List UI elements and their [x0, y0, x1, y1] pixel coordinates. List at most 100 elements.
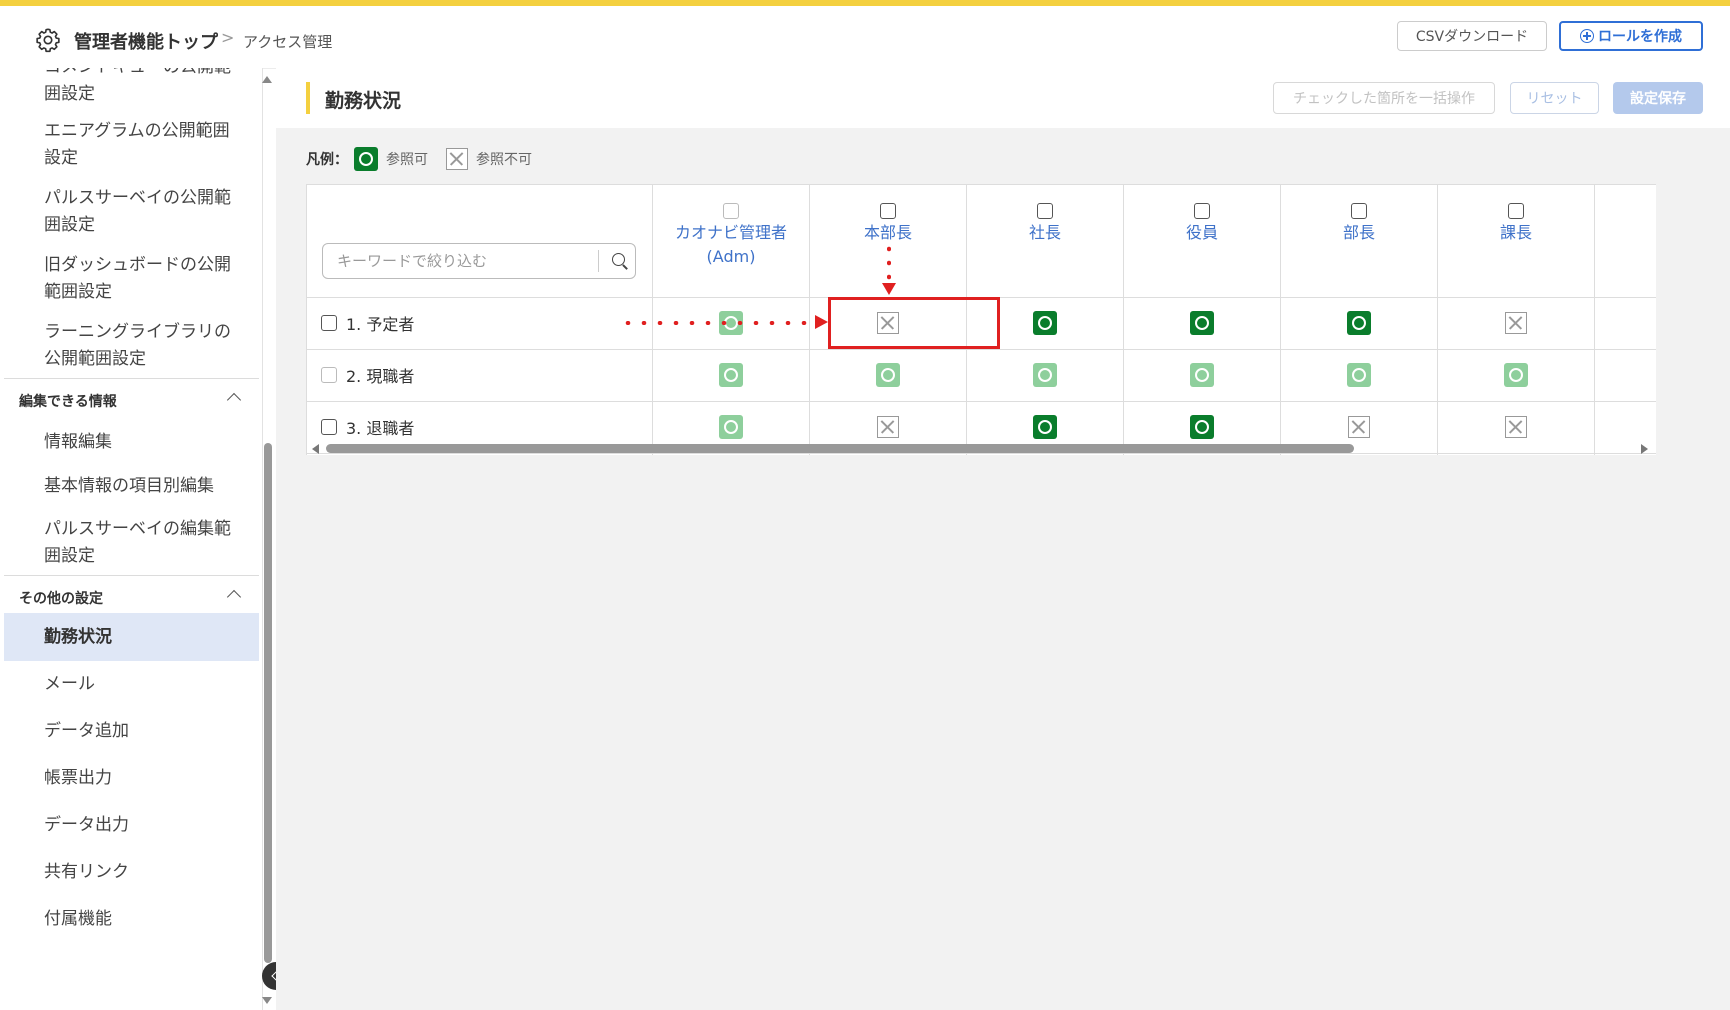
sidebar-item-pulse-survey-edit-scope[interactable]: パルスサーベイの編集範囲設定	[44, 516, 244, 570]
sidebar: コメントキューの公開範囲設定 エニアグラムの公開範囲設定 パルスサーベイの公開範…	[0, 68, 263, 1010]
legend-not-viewable-text: 参照不可	[476, 152, 532, 168]
table-row-label[interactable]: 1. 予定者	[321, 311, 414, 335]
not-viewable-icon	[1505, 312, 1527, 334]
permission-cell[interactable]	[1438, 352, 1594, 398]
page-titlebar: 勤務状況 チェックした箇所を一括操作 リセット 設定保存	[276, 68, 1730, 128]
reset-button[interactable]: リセット	[1510, 82, 1599, 114]
row-checkbox[interactable]	[321, 367, 337, 383]
viewable-icon	[1033, 363, 1057, 387]
row-label-text: 3. 退職者	[346, 419, 415, 438]
row-checkbox[interactable]	[321, 419, 337, 435]
sidebar-item-comment-queue-scope[interactable]: コメントキューの公開範囲設定	[44, 68, 244, 108]
sidebar-item-form-output[interactable]: 帳票出力	[44, 765, 244, 792]
table-row-label[interactable]: 2. 現職者	[321, 363, 414, 387]
sidebar-section-label: 編集できる情報	[19, 394, 117, 410]
sidebar-item-basic-info-edit[interactable]: 基本情報の項目別編集	[44, 473, 244, 500]
permission-cell[interactable]	[653, 352, 809, 398]
annotation-dotted-line-vertical	[887, 242, 891, 284]
viewable-icon	[1347, 363, 1371, 387]
plus-circle-icon	[1580, 29, 1594, 43]
viewable-icon	[1190, 311, 1214, 335]
permission-cell[interactable]	[1281, 352, 1437, 398]
not-viewable-icon	[877, 416, 899, 438]
sidebar-scroll-down-arrow[interactable]	[262, 997, 272, 1004]
column-sublabel: (Adm)	[706, 247, 756, 266]
column-checkbox[interactable]	[723, 203, 739, 219]
column-header-section-chief[interactable]: 課長	[1438, 203, 1594, 245]
keyword-filter-input[interactable]: キーワードで絞り込む	[322, 243, 636, 279]
sidebar-item-shared-link[interactable]: 共有リンク	[44, 859, 244, 886]
viewable-icon	[354, 147, 378, 171]
row-label-text: 2. 現職者	[346, 367, 415, 386]
sidebar-section-other-settings[interactable]: その他の設定	[4, 575, 259, 616]
main-content: 勤務状況 チェックした箇所を一括操作 リセット 設定保存 凡例： 参照可 参照不…	[276, 68, 1730, 1010]
sidebar-scrollbar[interactable]	[264, 443, 272, 963]
annotation-arrow-right-icon	[815, 315, 828, 329]
save-settings-button[interactable]: 設定保存	[1613, 82, 1703, 114]
csv-download-button[interactable]: CSVダウンロード	[1397, 21, 1547, 51]
sidebar-item-pulse-survey-scope[interactable]: パルスサーベイの公開範囲設定	[44, 185, 244, 239]
sidebar-item-old-dashboard-scope[interactable]: 旧ダッシュボードの公開範囲設定	[44, 252, 244, 306]
chevron-up-icon	[226, 392, 242, 408]
column-label: 課長	[1499, 223, 1532, 242]
sidebar-item-info-edit[interactable]: 情報編集	[44, 429, 244, 456]
row-divider	[307, 453, 1656, 454]
legend-viewable-text: 参照可	[386, 152, 428, 168]
sidebar-scroll-up-arrow[interactable]	[262, 76, 272, 83]
table-row-label[interactable]: 3. 退職者	[321, 415, 414, 439]
column-checkbox[interactable]	[1508, 203, 1524, 219]
column-label: 役員	[1185, 223, 1218, 242]
sidebar-item-accessory[interactable]: 付属機能	[44, 906, 244, 933]
permission-cell[interactable]	[967, 352, 1123, 398]
sidebar-section-editable-info[interactable]: 編集できる情報	[4, 378, 259, 419]
scroll-left-arrow[interactable]	[312, 444, 319, 454]
not-viewable-icon	[446, 148, 468, 170]
column-checkbox[interactable]	[1194, 203, 1210, 219]
bulk-operation-button[interactable]: チェックした箇所を一括操作	[1273, 82, 1495, 114]
permission-cell[interactable]	[1124, 352, 1280, 398]
permission-cell[interactable]	[1438, 404, 1594, 450]
permission-cell[interactable]	[1281, 300, 1437, 346]
column-header-manager[interactable]: 部長	[1281, 203, 1437, 245]
sidebar-item-work-status[interactable]: 勤務状況	[44, 624, 244, 651]
column-header-admin[interactable]: カオナビ管理者 (Adm)	[653, 203, 809, 269]
create-role-button[interactable]: ロールを作成	[1559, 21, 1703, 51]
create-role-label: ロールを作成	[1598, 29, 1682, 45]
sidebar-item-mail[interactable]: メール	[44, 671, 244, 698]
legend-label: 凡例：	[306, 152, 348, 168]
annotation-arrow-down-icon	[882, 283, 896, 295]
viewable-icon	[876, 363, 900, 387]
viewable-icon	[719, 363, 743, 387]
sidebar-item-learning-library-scope[interactable]: ラーニングライブラリの公開範囲設定	[44, 319, 244, 373]
column-header-president[interactable]: 社長	[967, 203, 1123, 245]
horizontal-scrollbar[interactable]	[326, 444, 1354, 453]
scroll-right-arrow[interactable]	[1641, 444, 1648, 454]
viewable-icon	[1504, 363, 1528, 387]
permission-cell[interactable]	[1124, 300, 1280, 346]
gear-icon[interactable]	[34, 26, 62, 54]
row-checkbox[interactable]	[321, 315, 337, 331]
column-checkbox[interactable]	[1037, 203, 1053, 219]
viewable-icon	[719, 415, 743, 439]
column-checkbox[interactable]	[1351, 203, 1367, 219]
not-viewable-icon	[1505, 416, 1527, 438]
permission-cell[interactable]	[810, 352, 966, 398]
column-header-division-head[interactable]: 本部長	[810, 203, 966, 245]
search-icon[interactable]	[612, 253, 625, 266]
viewable-icon	[1190, 415, 1214, 439]
viewable-icon	[1190, 363, 1214, 387]
sidebar-item-enneagram-scope[interactable]: エニアグラムの公開範囲設定	[44, 118, 244, 172]
breadcrumb-current: アクセス管理	[243, 33, 333, 51]
sidebar-item-data-output[interactable]: データ出力	[44, 812, 244, 839]
viewable-icon	[1033, 415, 1057, 439]
column-header-executive[interactable]: 役員	[1124, 203, 1280, 245]
column-label: 社長	[1028, 223, 1061, 242]
breadcrumb-root[interactable]: 管理者機能トップ	[74, 28, 218, 54]
not-viewable-icon	[1348, 416, 1370, 438]
search-divider	[598, 250, 599, 272]
viewable-icon	[1033, 311, 1057, 335]
column-checkbox[interactable]	[880, 203, 896, 219]
annotation-highlight-box	[828, 297, 1000, 349]
sidebar-item-data-add[interactable]: データ追加	[44, 718, 244, 745]
permission-cell[interactable]	[1438, 300, 1594, 346]
